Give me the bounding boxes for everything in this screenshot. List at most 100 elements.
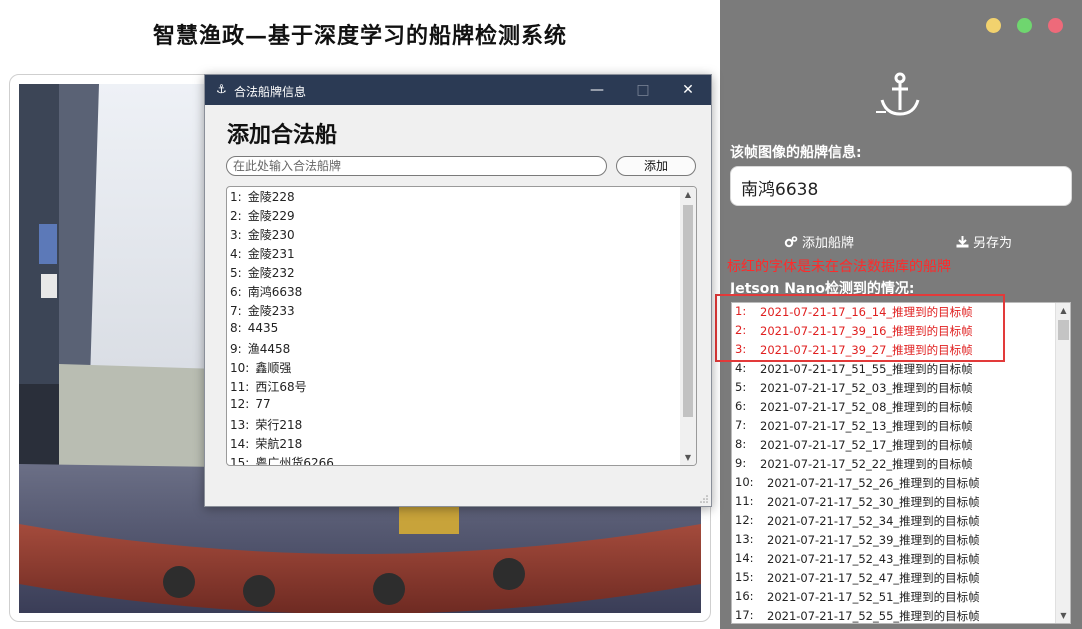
window-maximize-dot[interactable] [1017,18,1032,33]
detection-text: 2021-07-21-17_52_30_推理到的目标帧 [767,495,980,509]
detection-number: 14: [735,551,754,565]
dialog-heading: 添加合法船 [227,122,338,148]
plate-list-number: 12: [230,397,250,411]
app-title: 智慧渔政—基于深度学习的船牌检测系统 [152,23,567,49]
warning-text: 标红的字体是未在合法数据库的船牌 [727,259,951,275]
plate-list-item[interactable]: 11: 西江68号 [230,378,307,397]
window-minimize-dot[interactable] [986,18,1001,33]
plate-list-number: 9: [230,342,242,356]
detection-text: 2021-07-21-17_52_34_推理到的目标帧 [767,514,980,528]
resize-grip-icon[interactable] [700,495,708,503]
plate-list-item[interactable]: 3: 金陵230 [230,226,295,245]
plate-list-item[interactable]: 14: 荣航218 [230,435,302,454]
detection-number: 11: [735,494,754,508]
plate-list-item[interactable]: 4: 金陵231 [230,245,295,264]
detection-number: 7: [735,418,747,432]
plate-list-number: 3: [230,228,242,242]
plate-list-number: 8: [230,321,242,335]
detection-number: 17: [735,608,754,622]
plate-list-name: 西江68号 [255,380,307,394]
plate-list-number: 1: [230,190,242,204]
detection-number: 12: [735,513,754,527]
plate-list-name: 金陵231 [247,247,295,261]
detection-number: 15: [735,570,754,584]
dialog-titlebar[interactable]: ⚓ 合法船牌信息 — □ ✕ [205,75,711,105]
plate-list-number: 15: [230,456,250,466]
plate-list-name: 荣航218 [255,437,303,451]
scroll-up-icon[interactable]: ▲ [680,187,696,202]
plate-list-number: 10: [230,361,250,375]
detection-text: 2021-07-21-17_52_17_推理到的目标帧 [760,438,973,452]
scroll-down-icon[interactable]: ▼ [680,450,696,465]
detection-text: 2021-07-21-17_51_55_推理到的目标帧 [760,362,973,376]
plate-list-item[interactable]: 8: 4435 [230,321,278,340]
plate-list-item[interactable]: 15: 粤广州货6266 [230,454,334,466]
save-as-label: 另存为 [973,236,1013,251]
detection-list-scrollbar[interactable]: ▲ ▼ [1055,303,1070,623]
plate-list-number: 6: [230,285,242,299]
plate-input[interactable]: 在此处输入合法船牌 [226,156,607,176]
frame-info-label: 该帧图像的船牌信息: [730,145,862,161]
plate-list-item[interactable]: 2: 金陵229 [230,207,295,226]
scroll-thumb[interactable] [683,205,693,417]
plate-list-name: 4435 [247,321,279,335]
plate-list-name: 金陵232 [247,266,295,280]
window-close-dot[interactable] [1048,18,1063,33]
plate-list-name: 渔4458 [247,342,291,356]
plate-list-item[interactable]: 13: 荣行218 [230,416,302,435]
gears-icon [784,235,798,247]
detection-text: 2021-07-21-17_52_03_推理到的目标帧 [760,381,973,395]
plate-list-item[interactable]: 1: 金陵228 [230,188,295,207]
plate-list-item[interactable]: 5: 金陵232 [230,264,295,283]
detection-number: 8: [735,437,747,451]
detection-number: 6: [735,399,747,413]
dialog-title: 合法船牌信息 [234,85,307,99]
plate-list-scrollbar[interactable]: ▲ ▼ [680,187,696,465]
add-plate-label: 添加船牌 [802,236,855,251]
minimize-button[interactable]: — [574,75,620,105]
plate-list-number: 13: [230,418,250,432]
plate-list-name: 南鸿6638 [247,285,303,299]
detection-text: 2021-07-21-17_52_51_推理到的目标帧 [767,590,980,604]
plate-list-number: 2: [230,209,242,223]
save-as-button[interactable]: 另存为 [956,232,1012,251]
plate-list-item[interactable]: 9: 渔4458 [230,340,290,359]
detection-number: 9: [735,456,747,470]
scroll-up-icon[interactable]: ▲ [1056,303,1070,318]
detection-text: 2021-07-21-17_52_55_推理到的目标帧 [767,609,980,623]
detection-text: 2021-07-21-17_52_47_推理到的目标帧 [767,571,980,585]
detection-number: 5: [735,380,747,394]
plate-list-number: 14: [230,437,250,451]
download-icon [956,235,969,247]
plate-list-name: 金陵230 [247,228,295,242]
plate-list-number: 11: [230,380,250,394]
plate-list-name: 荣行218 [255,418,303,432]
scroll-down-icon[interactable]: ▼ [1056,608,1070,623]
detection-text: 2021-07-21-17_52_22_推理到的目标帧 [760,457,973,471]
anchor-icon: ⚓ [216,82,227,96]
maximize-button[interactable]: □ [620,75,666,105]
plate-list-item[interactable]: 10: 鑫顺强 [230,359,291,378]
detection-number: 13: [735,532,754,546]
detection-text: 2021-07-21-17_52_43_推理到的目标帧 [767,552,980,566]
detection-number: 4: [735,361,747,375]
detection-number: 16: [735,589,754,603]
plate-list-name: 金陵228 [247,190,295,204]
detection-text: 2021-07-21-17_52_26_推理到的目标帧 [767,476,980,490]
plate-list-item[interactable]: 12: 77 [230,397,271,416]
detection-text: 2021-07-21-17_52_08_推理到的目标帧 [760,400,973,414]
frame-plate-field[interactable]: 南鸿6638 [730,166,1072,206]
plate-list-item[interactable]: 7: 金陵233 [230,302,295,321]
add-button[interactable]: 添加 [616,156,696,176]
plate-list-number: 4: [230,247,242,261]
legal-plate-list[interactable]: 15: 粤广州货6266 14: 荣航218 13: 荣行218 12: 77 11: 西江68号… [226,186,697,466]
detection-number: 10: [735,475,754,489]
scroll-thumb[interactable] [1058,320,1069,340]
add-plate-button[interactable]: 添加船牌 [784,232,854,251]
plate-list-number: 5: [230,266,242,280]
close-button[interactable]: ✕ [665,75,711,105]
plate-list-item[interactable]: 6: 南鸿6638 [230,283,302,302]
plate-list-name: 77 [255,397,271,411]
legal-plate-dialog: ⚓ 合法船牌信息 — □ ✕ 添加合法船 在此处输入合法船牌 添加 15: 粤广州… [204,74,712,507]
plate-list-name: 金陵229 [247,209,295,223]
